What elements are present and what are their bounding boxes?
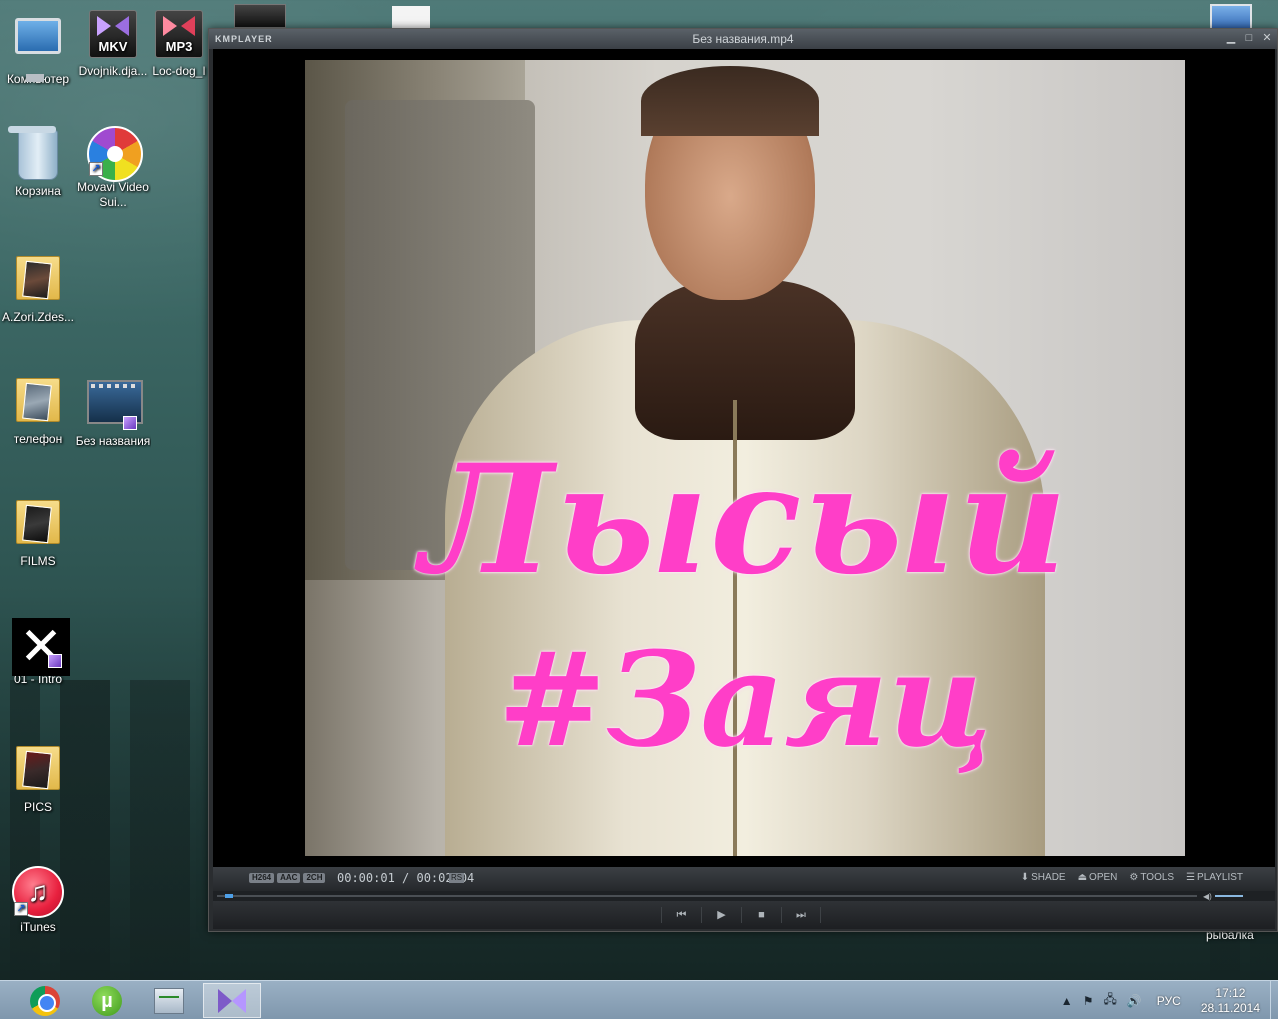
tray-expand-icon[interactable]: ▲ xyxy=(1061,994,1073,1008)
taskbar: µ ▲ ⚑ 🖧 🔊 РУС 17:12 28.11.2014 xyxy=(0,980,1278,1019)
folder-icon xyxy=(12,378,64,430)
desktop-icon-folder-films[interactable]: FILMS xyxy=(0,496,76,569)
folder-icon xyxy=(12,256,64,308)
wallpaper-skyline-left xyxy=(0,680,210,980)
clock-date: 28.11.2014 xyxy=(1200,1000,1260,1015)
kmplayer-logo: KMPLAYER xyxy=(215,34,273,44)
recycle-bin-icon xyxy=(12,130,64,182)
kmplayer-mkv-icon: MKV xyxy=(87,10,139,62)
volume-tray-icon[interactable]: 🔊 xyxy=(1127,994,1142,1008)
kmplayer-menu-buttons: ⬇ SHADE ⏏ OPEN ⚙ TOOLS ☰ PLAYLIST xyxy=(1021,872,1243,883)
desktop-icon-intro[interactable]: ✕ 01 - Intro xyxy=(0,618,76,687)
system-tray: ▲ ⚑ 🖧 🔊 РУС 17:12 28.11.2014 xyxy=(1056,981,1278,1019)
desktop-icon-video-bez-nazvaniya[interactable]: Без названия xyxy=(75,376,151,449)
volume-slider[interactable] xyxy=(1215,895,1243,897)
gear-icon: ⚙ xyxy=(1129,872,1139,883)
download-icon: ⬇ xyxy=(1020,872,1030,883)
desktop-icon-dvojnik[interactable]: MKV Dvojnik.dja... xyxy=(75,8,151,79)
folder-icon xyxy=(12,746,64,798)
seek-bar[interactable]: ◀) xyxy=(213,891,1275,901)
close-icon[interactable]: ✕ xyxy=(1261,32,1273,44)
play-icon[interactable]: ▶ xyxy=(701,907,741,923)
desktop-icon-loc-dog[interactable]: MP3 Loc-dog_I xyxy=(148,8,210,79)
video-file-icon xyxy=(87,380,143,432)
tools-button[interactable]: ⚙ TOOLS xyxy=(1129,872,1174,883)
desktop-icon-label: A.Zori.Zdes... xyxy=(1,310,75,324)
shortcut-arrow-icon: ↗ xyxy=(14,902,28,916)
seek-handle[interactable] xyxy=(224,894,233,898)
kmplayer-title-bar[interactable]: Без названия.mp4 KMPLAYER ▁ □ ✕ xyxy=(209,29,1277,49)
stop-icon[interactable]: ■ xyxy=(741,907,781,923)
previous-icon[interactable]: ⏮ xyxy=(661,907,701,923)
video-overlay-text-1: Лысый xyxy=(420,432,1070,608)
desktop-icon-label: FILMS xyxy=(20,554,56,568)
next-icon[interactable]: ⏭ xyxy=(781,907,821,923)
codec-badge-audio: AAC xyxy=(277,873,301,883)
window-controls: ▁ □ ✕ xyxy=(1225,32,1273,44)
utorrent-icon: µ xyxy=(92,985,122,1016)
kmplayer-info-bar: H264 AAC 2CH 00:00:01 / 00:02:04 RS ⬇ SHA… xyxy=(213,867,1275,891)
time-total: 00:02:04 xyxy=(416,871,475,885)
seek-track[interactable] xyxy=(217,895,1197,897)
desktop-icon-folder-azori[interactable]: A.Zori.Zdes... xyxy=(0,252,76,325)
codec-badge-channels: 2CH xyxy=(303,873,326,883)
playlist-button[interactable]: ☰ PLAYLIST xyxy=(1186,872,1243,883)
taskbar-performance[interactable] xyxy=(140,983,198,1018)
desktop-icon-label: Без названия xyxy=(75,434,151,448)
x-media-icon: ✕ xyxy=(12,618,70,676)
kmplayer-window[interactable]: Без названия.mp4 KMPLAYER ▁ □ ✕ Лысый #З… xyxy=(208,28,1278,932)
clock-time: 17:12 xyxy=(1215,985,1246,1000)
volume-icon[interactable]: ◀) xyxy=(1203,892,1212,901)
video-overlay-text-2: #Заяц xyxy=(497,623,993,776)
desktop-icon-label: Loc-dog_I xyxy=(152,64,206,78)
desktop-icon-label: Корзина xyxy=(15,184,61,198)
taskbar-kmplayer[interactable] xyxy=(203,983,261,1018)
computer-icon xyxy=(12,18,64,70)
kmplayer-badge-icon xyxy=(123,416,137,430)
language-indicator[interactable]: РУС xyxy=(1157,994,1181,1008)
desktop-icon-partial-kmp[interactable] xyxy=(234,4,286,28)
movavi-icon: ↗ xyxy=(87,126,143,182)
clock[interactable]: 17:12 28.11.2014 xyxy=(1201,986,1260,1016)
network-icon[interactable]: 🖧 xyxy=(1103,990,1116,1011)
minimize-icon[interactable]: ▁ xyxy=(1225,32,1237,44)
shade-button[interactable]: ⬇ SHADE xyxy=(1021,872,1066,883)
desktop-icon-label: телефон xyxy=(13,432,63,446)
kmplayer-icon xyxy=(216,987,248,1015)
rs-badge[interactable]: RS xyxy=(449,873,465,883)
codec-badge-video: H264 xyxy=(249,873,275,883)
desktop-icon-label: Dvojnik.dja... xyxy=(78,64,148,78)
folder-icon xyxy=(12,500,64,552)
playback-controls: ⏮ ▶ ■ ⏭ xyxy=(213,901,1275,929)
desktop-icon-itunes[interactable]: ♫ ↗ iTunes xyxy=(0,866,76,935)
chrome-icon xyxy=(30,985,60,1016)
time-current: 00:00:01 xyxy=(337,871,395,885)
desktop-icon-folder-telefon[interactable]: телефон xyxy=(0,374,76,447)
window-title: Без названия.mp4 xyxy=(692,32,794,46)
open-button[interactable]: ⏏ OPEN xyxy=(1078,872,1118,883)
desktop-icon-movavi[interactable]: ↗ Movavi Video Sui... xyxy=(75,126,151,210)
maximize-icon[interactable]: □ xyxy=(1243,32,1255,44)
eject-icon: ⏏ xyxy=(1077,872,1088,883)
video-frame: Лысый #Заяц xyxy=(305,60,1185,856)
kmplayer-mp3-icon: MP3 xyxy=(153,10,205,62)
itunes-icon: ♫ ↗ xyxy=(12,866,64,918)
taskbar-chrome[interactable] xyxy=(16,983,74,1018)
performance-monitor-icon xyxy=(154,987,184,1014)
kmplayer-badge-icon xyxy=(48,654,62,668)
desktop-icon-label: iTunes xyxy=(20,920,56,934)
desktop-icon-folder-pics[interactable]: PICS xyxy=(0,742,76,815)
desktop-icon-label: Movavi Video Sui... xyxy=(77,180,149,209)
list-icon: ☰ xyxy=(1186,872,1196,883)
taskbar-utorrent[interactable]: µ xyxy=(78,983,136,1018)
desktop-icon-computer[interactable]: Компьютер xyxy=(0,12,76,87)
show-desktop-button[interactable] xyxy=(1270,981,1278,1019)
desktop-icon-recycle-bin[interactable]: Корзина xyxy=(0,128,76,199)
desktop-icon-label: PICS xyxy=(23,800,52,814)
flag-icon[interactable]: ⚑ xyxy=(1083,994,1094,1008)
video-display[interactable]: Лысый #Заяц xyxy=(213,49,1275,867)
codec-badges: H264 AAC 2CH xyxy=(249,873,326,883)
shortcut-arrow-icon: ↗ xyxy=(89,162,103,176)
desktop-icon-partial-file[interactable] xyxy=(392,6,430,28)
